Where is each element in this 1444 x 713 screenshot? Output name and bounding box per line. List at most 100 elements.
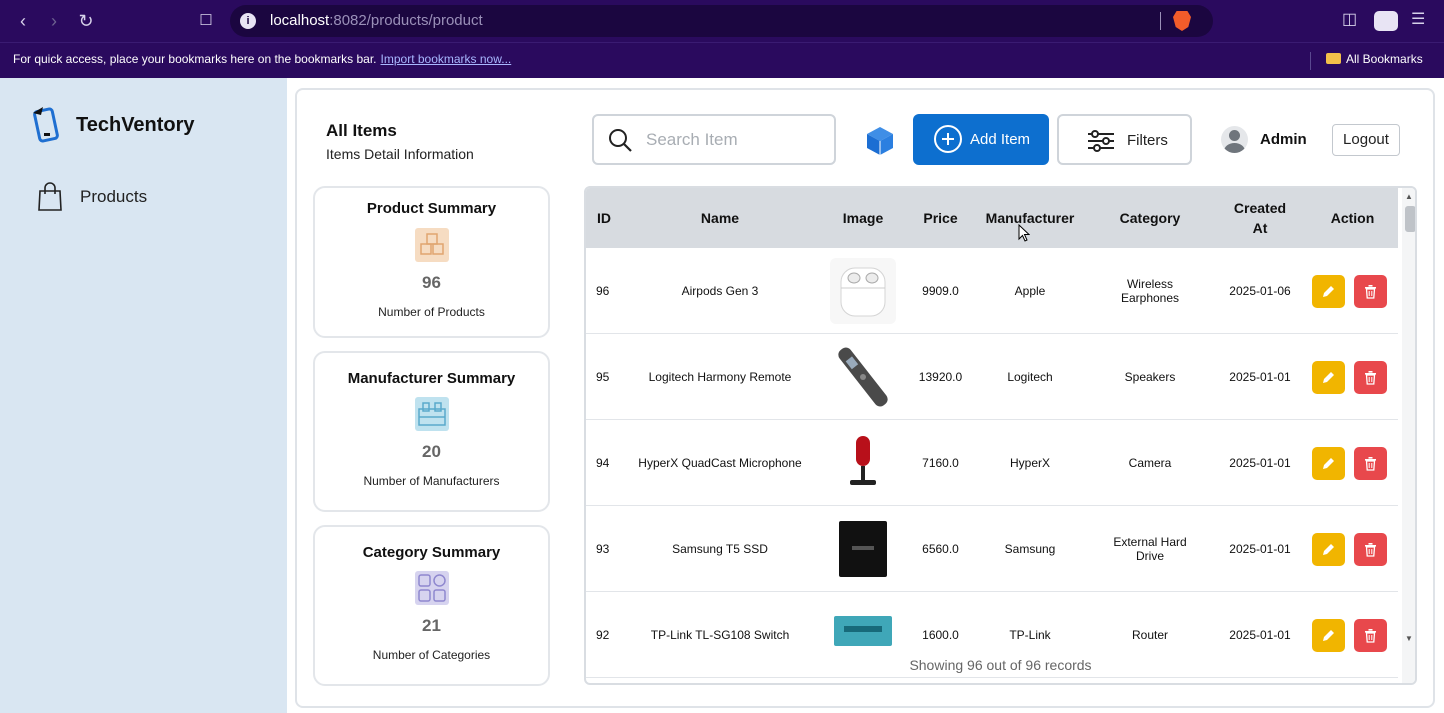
scrollbar[interactable] [1402,188,1415,683]
sliders-icon [1088,130,1114,152]
cell-created-at-text: 2025-01-01 [1229,542,1291,556]
table-row[interactable]: 93 Samsung T5 SSD 6560.0 Samsung External Ha… [586,506,1398,592]
page-title: All Items [326,121,397,140]
forward-icon[interactable]: › [42,9,66,33]
edit-button[interactable] [1312,619,1345,652]
cell-name: Airpods Gen 3 [622,248,818,334]
sidebar-item-label: Products [80,187,148,206]
reload-icon[interactable]: ↻ [74,9,98,33]
filters-label: Filters [1127,132,1168,149]
cell-created-at-text: 2025-01-01 [1229,628,1291,642]
browser-toolbar: ‹ › ↻ ☐ i localhost:8082/products/produc… [0,0,1444,42]
table-row[interactable]: 94 HyperX QuadCast Microphone 7160.0 HyperX… [586,420,1398,506]
product-image [830,344,896,410]
add-item-button[interactable]: Add Item [913,114,1049,165]
mouse-cursor-icon [1018,224,1030,242]
cell-price: 13920.0 [908,334,973,420]
bookmark-icon[interactable]: ☐ [194,9,218,33]
delete-button[interactable] [1354,275,1387,308]
menu-icon[interactable]: ☰ [1411,9,1425,29]
add-circle-icon [934,125,962,153]
delete-button[interactable] [1354,361,1387,394]
cell-price: 6560.0 [908,506,973,592]
user-avatar[interactable] [1221,126,1248,153]
sidebar-item-products[interactable]: Products [37,182,257,212]
cell-manufacturer: Logitech [973,334,1087,420]
cell-name: Logitech Harmony Remote [622,334,818,420]
pencil-icon [1323,286,1334,297]
column-header-image[interactable]: Image [818,188,908,248]
category-summary-card: Category Summary 21 Number of Categories [313,525,550,686]
column-header-category[interactable]: Category [1087,188,1213,248]
delete-button[interactable] [1354,533,1387,566]
back-icon[interactable]: ‹ [11,9,35,33]
sidebar-toggle-icon[interactable]: ◫ [1342,9,1357,29]
search-box[interactable] [592,114,836,165]
cell-name-text: Logitech Harmony Remote [648,370,792,384]
column-header-created-at[interactable]: Created At [1213,188,1307,248]
trash-icon [1365,371,1376,385]
cell-created-at: 2025-01-01 [1213,334,1307,420]
cell-name-text: Samsung T5 SSD [672,542,768,556]
search-input[interactable] [646,128,826,152]
import-bookmarks-link[interactable]: Import bookmarks now... [381,52,512,66]
search-icon [609,129,632,152]
delete-button[interactable] [1354,619,1387,652]
column-header-name[interactable]: Name [622,188,818,248]
product-image [830,430,896,496]
boxes-icon [415,228,449,262]
cell-manufacturer-text: Logitech [1007,370,1053,384]
table-row[interactable]: 95 Logitech Harmony Remote 13920.0 Logitech… [586,334,1398,420]
url-text[interactable]: localhost:8082/products/product [270,12,483,29]
trash-icon [1365,457,1376,471]
cell-image [818,506,908,592]
card-caption: Number of Manufacturers [363,474,500,488]
address-bar[interactable]: i localhost:8082/products/product [230,5,1213,37]
cell-manufacturer-text: HyperX [1009,456,1050,470]
cell-category: Wireless Earphones [1087,248,1213,334]
cell-created-at-text: 2025-01-06 [1229,284,1291,298]
cube-icon[interactable] [866,126,894,156]
scroll-down-icon[interactable]: ▼ [1405,634,1413,643]
card-caption: Number of Categories [372,648,491,662]
all-bookmarks-button[interactable]: All Bookmarks [1326,52,1423,66]
scroll-up-icon[interactable]: ▲ [1405,192,1413,201]
cell-manufacturer: HyperX [973,420,1087,506]
cell-category-text: Wireless Earphones [1120,277,1180,305]
folder-icon [1326,53,1341,64]
cell-id: 93 [586,506,622,592]
card-value: 96 [422,273,441,292]
site-info-icon[interactable]: i [240,13,256,29]
column-header-price[interactable]: Price [908,188,973,248]
created-at-label: Created At [1233,200,1287,236]
edit-button[interactable] [1312,275,1345,308]
column-header-manufacturer[interactable]: Manufacturer [973,188,1087,248]
delete-button[interactable] [1354,447,1387,480]
edit-button[interactable] [1312,361,1345,394]
manufacturer-summary-card: Manufacturer Summary 20 Number of Manufa… [313,351,550,512]
brave-shield-icon[interactable] [1173,11,1191,31]
logout-button[interactable]: Logout [1332,124,1400,156]
table-row[interactable]: 96 Airpods Gen 3 9909.0 Apple Wireless Earph… [586,248,1398,334]
card-title: Product Summary [366,200,497,217]
cell-category-text: Camera [1128,456,1172,470]
cell-manufacturer: Samsung [973,506,1087,592]
wallet-icon[interactable] [1374,11,1398,31]
product-image [830,258,896,324]
edit-button[interactable] [1312,533,1345,566]
column-header-action: Action [1330,210,1375,226]
edit-button[interactable] [1312,447,1345,480]
column-header-id[interactable]: ID [586,188,622,248]
cell-id-text: 93 [596,542,610,556]
records-count: Showing 96 out of 96 records [909,657,1092,673]
cell-created-at: 2025-01-06 [1213,248,1307,334]
bookmarks-bar: For quick access, place your bookmarks h… [0,42,1444,78]
filters-button[interactable]: Filters [1057,114,1192,165]
scrollbar-thumb[interactable] [1405,206,1415,232]
cell-name: Samsung T5 SSD [622,506,818,592]
cell-category: Camera [1087,420,1213,506]
trash-icon [1365,543,1376,557]
cell-id: 94 [586,420,622,506]
cell-id-text: 94 [596,456,610,470]
cell-created-at-text: 2025-01-01 [1229,456,1291,470]
